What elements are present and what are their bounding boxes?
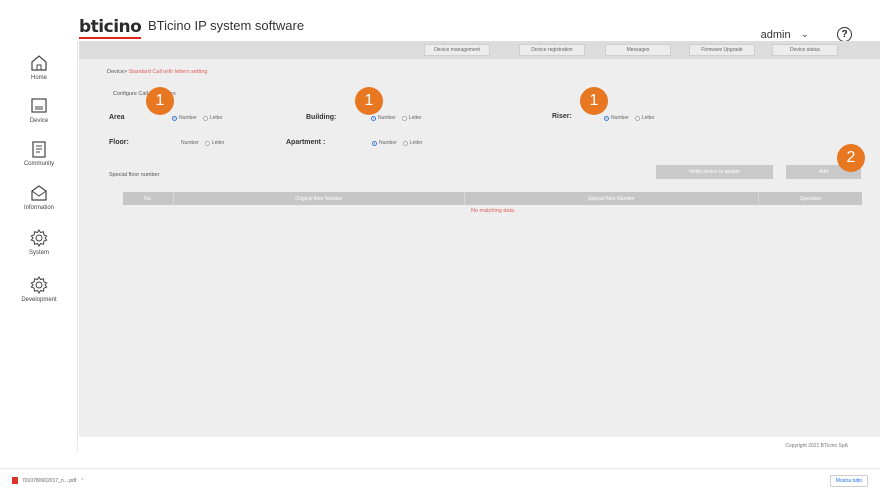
table-header: No. Original floor Number Special floor … [123,192,862,205]
sidebar-item-label: Device [29,118,49,124]
callout-badge: 1 [146,87,174,115]
sidebar-item-information[interactable]: Information [0,181,78,219]
sidebar-item-community[interactable]: Community [0,137,78,175]
gear-icon [30,276,48,294]
copyright: Copyright 2021 BTicino SpA [785,443,848,449]
apartment-radio-group: Number Letter [372,140,427,146]
radio-icon[interactable] [402,140,408,146]
building-number-option[interactable]: Number [371,115,396,121]
apartment-letter-option[interactable]: Letter [402,140,423,146]
floor-radio-group: Number Letter [181,140,229,146]
chevron-up-icon[interactable]: ⌃ [80,478,84,484]
sidebar-item-system[interactable]: System [0,226,78,264]
apartment-label: Apartment : [286,139,326,146]
sidebar-item-home[interactable]: Home [0,51,78,89]
sidebar-item-label: Home [30,75,47,81]
breadcrumb-current: Standard Call with letters setting [128,69,208,75]
sidebar-item-label: Development [21,297,57,303]
nav-device-status[interactable]: Device status [772,44,838,56]
user-menu[interactable]: admin [761,29,791,41]
riser-letter-option[interactable]: Letter [634,115,655,121]
nav-firmware-upgrade[interactable]: Firmware Upgrade [689,44,755,56]
app-header: bticino BTicino IP system software admin… [0,0,880,42]
radio-icon[interactable] [204,140,210,146]
information-icon [31,185,47,201]
sidebar-item-label: Information [23,205,54,211]
radio-icon[interactable] [401,115,407,121]
community-icon [32,141,46,158]
callout-badge: 1 [355,87,383,115]
bticino-logo: bticino [79,17,142,39]
col-no: No. [123,192,174,205]
area-radio-group: Number Letter [172,115,227,121]
area-label: Area [109,114,125,121]
notify-device-button[interactable]: Notify device to update [656,165,773,179]
special-floor-table: No. Original floor Number Special floor … [123,192,862,214]
radio-selected-icon[interactable] [371,115,376,121]
chevron-down-icon[interactable]: ⌄ [801,29,809,40]
app-title: BTicino IP system software [148,18,305,33]
building-letter-option[interactable]: Letter [401,115,422,121]
callout-badge: 2 [837,144,865,172]
main-content: Device> Standard Call with letters setti… [79,59,880,449]
breadcrumb-root[interactable]: Device [107,69,124,75]
special-floor-label: Special floor number [109,172,160,178]
show-all-button[interactable]: Mostra tutto [830,475,868,487]
radio-selected-icon[interactable] [604,115,609,121]
col-operation: Operation [799,195,822,202]
sidebar: Home Device Community Information System [0,41,78,451]
gear-icon [30,229,48,247]
user-area: admin ⌄ ? [761,27,852,42]
radio-selected-icon[interactable] [172,115,177,121]
top-nav: Device management Device registration Me… [79,41,880,59]
home-icon [31,55,47,71]
col-special-floor: Special floor Number [465,192,759,205]
sidebar-item-label: Community [23,161,55,167]
building-radio-group: Number Letter [371,115,426,121]
download-item[interactable]: 7010780602017_n....pdf ⌃ [12,477,84,484]
col-original-floor: Original floor Number [174,192,465,205]
help-icon[interactable]: ? [837,27,852,42]
download-bar: 7010780602017_n....pdf ⌃ Mostra tutto [0,468,880,492]
empty-table-message: No matching data [470,208,515,214]
breadcrumb: Device> Standard Call with letters setti… [107,69,207,75]
sidebar-item-development[interactable]: Development [0,273,78,311]
riser-number-option[interactable]: Number [604,115,629,121]
radio-icon[interactable] [202,115,208,121]
floor-number-option[interactable]: Number [181,140,199,146]
pdf-icon [12,477,18,484]
download-filename: 7010780602017_n....pdf [22,477,77,484]
area-letter-option[interactable]: Letter [202,115,223,121]
riser-radio-group: Number Letter [604,115,659,121]
radio-selected-icon[interactable] [372,140,377,146]
floor-label: Floor: [109,139,129,146]
nav-messages[interactable]: Messages [605,44,671,56]
sidebar-item-device[interactable]: Device [0,94,78,132]
apartment-number-option[interactable]: Number [372,140,397,146]
nav-device-registration[interactable]: Device registration [519,44,585,56]
floor-letter-option[interactable]: Letter [204,140,225,146]
riser-label: Riser: [552,113,572,120]
breadcrumb-separator: > [123,69,128,75]
callout-badge: 1 [580,87,608,115]
area-number-option[interactable]: Number [172,115,197,121]
nav-device-management[interactable]: Device management [424,44,490,56]
sidebar-item-label: System [28,250,49,256]
device-icon [31,98,47,113]
radio-icon[interactable] [634,115,640,121]
building-label: Building: [306,114,337,121]
